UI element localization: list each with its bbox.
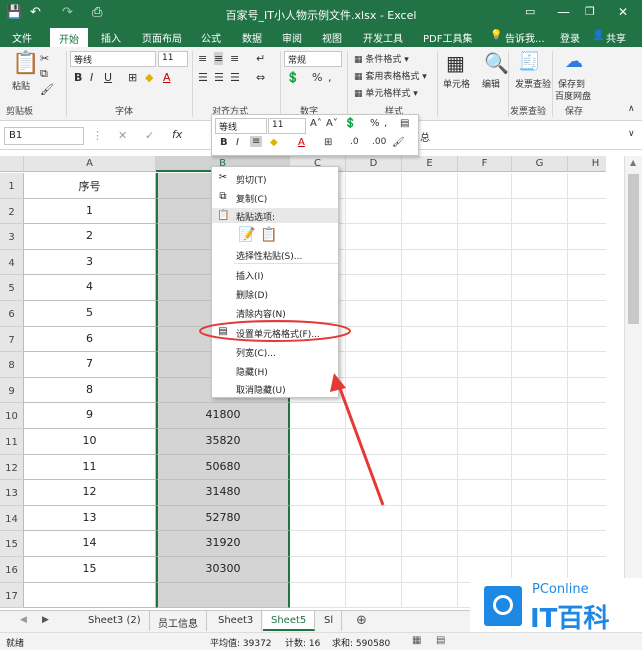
watermark-name: IT百科	[530, 604, 610, 634]
annotation-arrow-head	[330, 373, 346, 392]
annotation-arrow-line	[336, 382, 385, 506]
watermark-logo: PConline IT百科	[470, 578, 642, 634]
watermark-brand: PConline	[532, 582, 589, 597]
pconline-logo-icon	[484, 586, 522, 626]
annotation-overlay	[199, 320, 385, 506]
highlight-ellipse	[199, 320, 351, 342]
